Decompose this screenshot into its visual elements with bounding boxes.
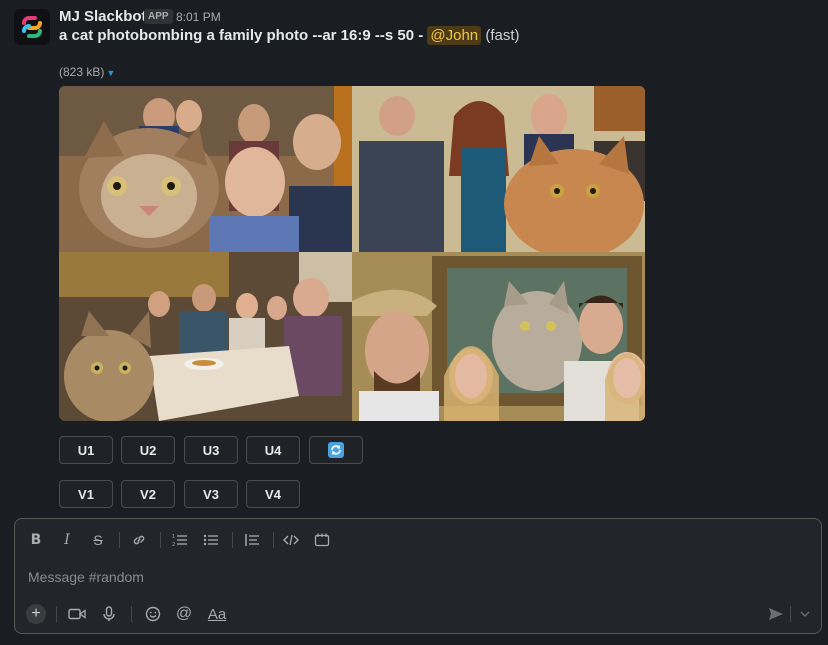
variation-button-2[interactable]: V2 (121, 480, 175, 508)
reroll-button[interactable] (309, 436, 363, 464)
link-icon[interactable] (129, 531, 149, 549)
send-icon[interactable] (766, 605, 786, 623)
emoji-icon[interactable] (143, 605, 163, 623)
toolbar-divider (131, 606, 132, 622)
code-icon[interactable] (281, 531, 301, 549)
mention-icon[interactable]: @ (174, 605, 194, 623)
refresh-icon (328, 442, 344, 458)
svg-text:2: 2 (172, 542, 175, 547)
variation-button-4[interactable]: V4 (246, 480, 300, 508)
variation-button-3[interactable]: V3 (184, 480, 238, 508)
toolbar-divider (273, 532, 274, 548)
file-size-toggle[interactable]: (823 kB) ▼ (59, 65, 115, 79)
image-quadrant-4 (352, 252, 645, 421)
image-quadrant-2 (352, 86, 645, 259)
upscale-button-4[interactable]: U4 (246, 436, 300, 464)
ordered-list-icon[interactable]: 12 (170, 531, 190, 549)
prompt-text: a cat photobombing a family photo --ar 1… (59, 27, 424, 44)
video-icon[interactable] (67, 605, 87, 623)
chevron-down-icon: ▼ (106, 68, 116, 78)
plus-icon[interactable]: + (26, 604, 46, 624)
message-composer: B I S 12 Message #random + @ Aa (14, 518, 822, 634)
send-options-icon[interactable] (795, 605, 815, 623)
blockquote-icon[interactable] (242, 531, 262, 549)
strikethrough-icon[interactable]: S (88, 531, 108, 549)
italic-icon[interactable]: I (57, 531, 77, 549)
bold-icon[interactable]: B (26, 531, 46, 549)
upscale-button-2[interactable]: U2 (121, 436, 175, 464)
user-mention[interactable]: @John (427, 26, 482, 45)
upscale-button-1[interactable]: U1 (59, 436, 113, 464)
sender-name[interactable]: MJ Slackbot (59, 8, 147, 25)
toolbar-divider (232, 532, 233, 548)
generated-image-grid[interactable] (59, 86, 645, 421)
bot-avatar[interactable] (14, 9, 50, 45)
microphone-icon[interactable] (99, 605, 119, 623)
toolbar-divider (160, 532, 161, 548)
svg-text:1: 1 (172, 534, 175, 540)
toolbar-divider (56, 606, 57, 622)
image-quadrant-3 (59, 252, 352, 421)
file-size: (823 kB) (59, 65, 105, 79)
upscale-button-3[interactable]: U3 (184, 436, 238, 464)
message-text: a cat photobombing a family photo --ar 1… (59, 26, 520, 45)
timestamp[interactable]: 8:01 PM (176, 10, 221, 24)
speed-label: (fast) (485, 27, 520, 44)
toolbar-divider (119, 532, 120, 548)
image-quadrant-1 (59, 86, 352, 252)
variation-button-1[interactable]: V1 (59, 480, 113, 508)
formatting-icon[interactable]: Aa (205, 605, 229, 623)
toolbar-divider (790, 606, 791, 622)
message-input[interactable]: Message #random (28, 569, 144, 585)
bullet-list-icon[interactable] (201, 531, 221, 549)
code-block-icon[interactable] (312, 531, 332, 549)
app-badge: APP (144, 9, 173, 24)
